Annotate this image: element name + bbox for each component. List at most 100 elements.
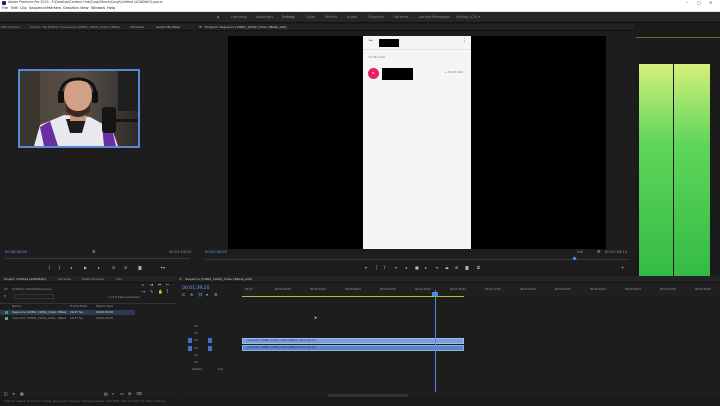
extract-icon[interactable]: ⊞ bbox=[455, 266, 458, 270]
new-item-icon[interactable]: ⊞ bbox=[128, 392, 131, 396]
tab-sequence[interactable]: Sequence (1080x_1920p_Video (dBask_edit) bbox=[185, 278, 252, 281]
workspace-graphics[interactable]: Graphics bbox=[368, 15, 384, 20]
step-forward-icon[interactable]: ▸ bbox=[425, 266, 427, 270]
workspace-learning[interactable]: Learning bbox=[231, 15, 247, 20]
menu-file[interactable]: File bbox=[2, 6, 8, 11]
overwrite-icon[interactable]: ⊟ bbox=[124, 266, 127, 270]
tab-info[interactable]: Info bbox=[116, 278, 122, 281]
trash-icon[interactable]: ⌫ bbox=[136, 392, 142, 396]
audio-clip[interactable]: Instructor (1080x_1920p_Video (dBask_edi… bbox=[242, 345, 464, 351]
go-to-in-icon[interactable]: ⇤ bbox=[395, 266, 398, 270]
workspace-editing[interactable]: Editing bbox=[282, 15, 295, 20]
tab-program[interactable]: Program: Sequence (1080x_1920p_Video (dB… bbox=[205, 26, 287, 29]
search-input[interactable] bbox=[14, 294, 54, 299]
hand-tool-icon[interactable]: ✋ bbox=[158, 290, 163, 294]
slip-tool-icon[interactable]: ↔ bbox=[142, 290, 145, 294]
close-button[interactable]: ✕ bbox=[709, 0, 712, 5]
list-view-icon[interactable]: ≡ bbox=[12, 392, 15, 396]
tab-libraries[interactable]: Libraries bbox=[58, 278, 71, 281]
workspace-loaded-messages[interactable]: Loaded Messages bbox=[418, 15, 450, 20]
column-frame-rate[interactable]: Frame Rate bbox=[70, 305, 87, 308]
chevron-right-icon[interactable]: » bbox=[478, 15, 480, 19]
marker-icon[interactable]: ▾ bbox=[163, 266, 165, 270]
camera-icon[interactable]: ◙ bbox=[465, 266, 469, 270]
step-forward-icon[interactable]: ▸ bbox=[98, 266, 100, 270]
menu-view[interactable]: View bbox=[80, 6, 89, 11]
time-ruler[interactable]: 00;00 00;00;16;00 00;00;32;00 00;00;48;0… bbox=[242, 286, 720, 296]
menu-window[interactable]: Window bbox=[91, 6, 105, 11]
menu-graphics[interactable]: Graphics bbox=[63, 6, 79, 11]
maximize-button[interactable]: ▢ bbox=[697, 0, 701, 5]
pen-tool-icon[interactable]: ✎ bbox=[150, 290, 153, 294]
track-label-v1[interactable]: V1 bbox=[194, 339, 198, 342]
add-button-icon[interactable]: + bbox=[621, 266, 624, 270]
type-tool-icon[interactable]: T bbox=[166, 290, 168, 294]
search-icon[interactable]: ⌕ bbox=[4, 294, 6, 298]
close-tab-icon[interactable]: × bbox=[179, 277, 182, 282]
source-patch-a1[interactable] bbox=[188, 346, 192, 351]
add-marker-icon[interactable]: ▾ bbox=[206, 293, 208, 297]
panel-menu-icon[interactable]: ≡ bbox=[199, 25, 202, 30]
comparison-view-icon[interactable]: ⧉ bbox=[477, 266, 480, 270]
table-row[interactable]: Sequence (1080x_1920p_Video (dBask_edit)… bbox=[0, 310, 135, 315]
column-name[interactable]: Name bbox=[12, 305, 21, 308]
workspace-color[interactable]: Color bbox=[306, 15, 315, 20]
workspace-libraries[interactable]: Libraries bbox=[393, 15, 409, 20]
go-to-out-icon[interactable]: ⇥ bbox=[435, 266, 438, 270]
table-row[interactable]: Instructor (1080x_1920p_Video (dBask_edi… bbox=[0, 316, 135, 321]
track-label-v2[interactable]: V2 bbox=[194, 332, 198, 335]
workspace-editing-cs[interactable]: Editing (CS) bbox=[456, 15, 477, 20]
mark-out-icon[interactable]: } bbox=[383, 266, 386, 270]
program-fit-select[interactable]: Full bbox=[577, 250, 583, 255]
tab-project[interactable]: Project: Untitled (dOADbliO) bbox=[4, 278, 46, 281]
export-frame-icon[interactable]: ◙ bbox=[138, 266, 142, 270]
playhead[interactable] bbox=[435, 290, 436, 392]
tab-audio-clip-mixer[interactable]: Audio Clip Mixer bbox=[156, 26, 180, 29]
add-marker-icon[interactable]: ▾ bbox=[365, 266, 367, 270]
workspace-effects[interactable]: Effects bbox=[325, 15, 337, 20]
program-timecode-left[interactable]: 00;01;39;20 bbox=[205, 250, 227, 255]
home-icon[interactable]: ⌂ bbox=[217, 15, 220, 19]
workspace-audio[interactable]: Audio bbox=[347, 15, 357, 20]
menu-edit[interactable]: Edit bbox=[11, 6, 18, 11]
track-target-a1[interactable] bbox=[208, 346, 212, 351]
ripple-edit-tool-icon[interactable]: ⇹ bbox=[158, 283, 161, 287]
lock-icon[interactable]: ◫ bbox=[4, 392, 8, 396]
wrench-icon[interactable]: ⚙ bbox=[92, 250, 96, 254]
menu-sequence[interactable]: Sequence bbox=[29, 6, 47, 11]
step-back-icon[interactable]: ◂ bbox=[405, 266, 407, 270]
tab-metadata[interactable]: Metadata bbox=[130, 26, 144, 29]
selection-tool-icon[interactable]: ▸ bbox=[142, 283, 144, 287]
stop-icon[interactable]: ■ bbox=[415, 266, 419, 270]
wrench-icon[interactable]: ⚙ bbox=[597, 250, 601, 254]
insert-icon[interactable]: ⊡ bbox=[112, 266, 115, 270]
master-value[interactable]: 0,0 bbox=[218, 368, 223, 371]
column-media-start[interactable]: Media Start bbox=[96, 305, 113, 308]
step-back-icon[interactable]: ◂ bbox=[70, 266, 72, 270]
find-icon[interactable]: ⌕ bbox=[112, 392, 114, 396]
minimize-button[interactable]: – bbox=[686, 0, 688, 5]
source-patch-v1[interactable] bbox=[188, 338, 192, 343]
track-label-a1[interactable]: A1 bbox=[194, 347, 198, 350]
mark-in-icon[interactable]: { bbox=[375, 266, 378, 270]
mark-in-icon[interactable]: { bbox=[48, 266, 51, 270]
timeline-timecode[interactable]: 00;01;39;20 bbox=[182, 286, 209, 292]
razor-tool-icon[interactable]: ✂ bbox=[166, 283, 169, 287]
automate-icon[interactable]: ▤ bbox=[104, 392, 108, 396]
tab-source[interactable]: Source: Top Bottom (Sequence (1080x_1920… bbox=[30, 26, 120, 29]
play-icon[interactable]: ▶ bbox=[84, 266, 87, 270]
source-scrubber[interactable] bbox=[5, 258, 190, 259]
tab-mini-caption[interactable]: Mini Caption bbox=[1, 26, 20, 29]
source-timecode-left[interactable]: 00;00;00;00 bbox=[5, 250, 27, 255]
insert-nest-icon[interactable]: ⊏ bbox=[182, 293, 185, 297]
track-select-tool-icon[interactable]: ⇉ bbox=[150, 283, 153, 287]
track-target-v1[interactable] bbox=[208, 338, 212, 343]
linked-selection-icon[interactable]: ⛓ bbox=[198, 293, 203, 297]
lift-icon[interactable]: ⏏ bbox=[445, 266, 449, 270]
track-label-a2[interactable]: A2 bbox=[194, 354, 198, 357]
wrench-icon[interactable]: ⚙ bbox=[214, 293, 218, 297]
icon-view-icon[interactable]: ▦ bbox=[20, 392, 24, 396]
menu-help[interactable]: Help bbox=[107, 6, 115, 11]
track-label-a3[interactable]: A3 bbox=[194, 361, 198, 364]
work-area-bar[interactable] bbox=[242, 296, 464, 297]
